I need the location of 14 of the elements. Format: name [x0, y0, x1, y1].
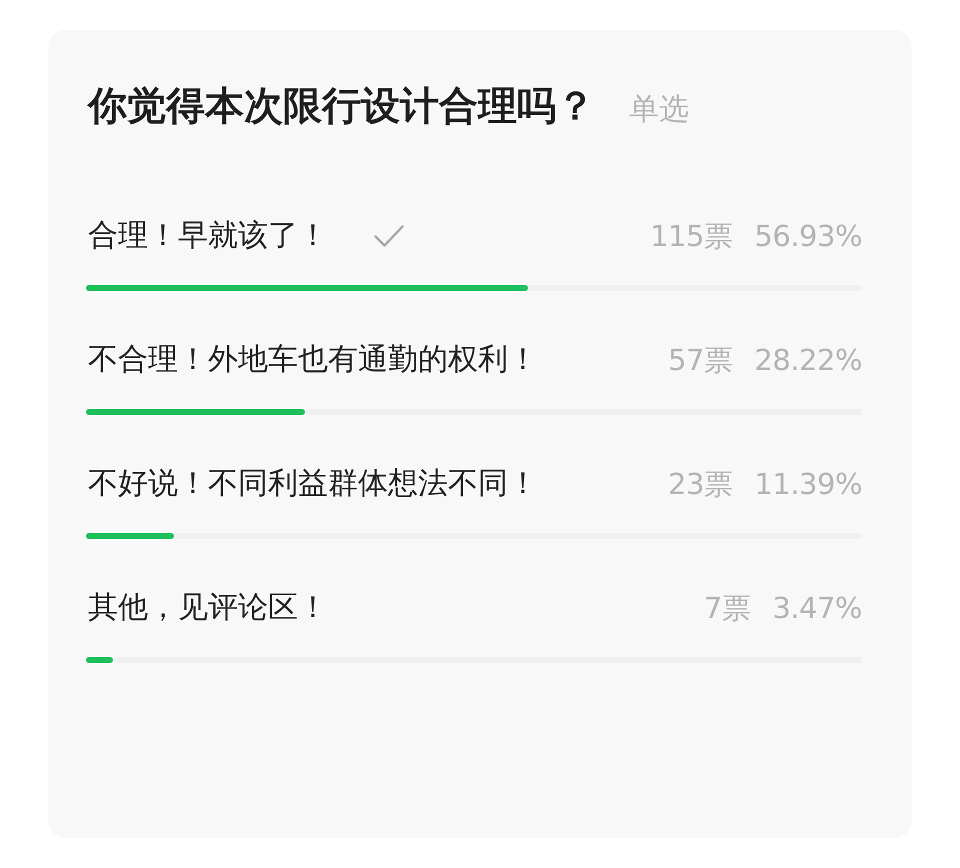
vote-percent: 11.39% — [754, 466, 862, 503]
vote-count: 57票 — [668, 342, 732, 379]
vote-percent: 3.47% — [772, 590, 862, 627]
vote-percent: 28.22% — [754, 342, 862, 379]
poll-question: 你觉得本次限行设计合理吗？ — [88, 85, 595, 129]
poll-mode-label: 单选 — [629, 91, 689, 129]
option-label[interactable]: 其他，见评论区！ — [88, 588, 328, 628]
vote-count: 23票 — [668, 466, 732, 503]
option-label[interactable]: 合理！早就该了！ — [88, 216, 328, 256]
vote-count: 7票 — [704, 590, 750, 627]
vote-percent: 56.93% — [754, 218, 862, 255]
vote-count: 115票 — [650, 218, 732, 255]
option-label[interactable]: 不好说！不同利益群体想法不同！ — [88, 464, 538, 504]
option-label[interactable]: 不合理！外地车也有通勤的权利！ — [88, 340, 538, 380]
